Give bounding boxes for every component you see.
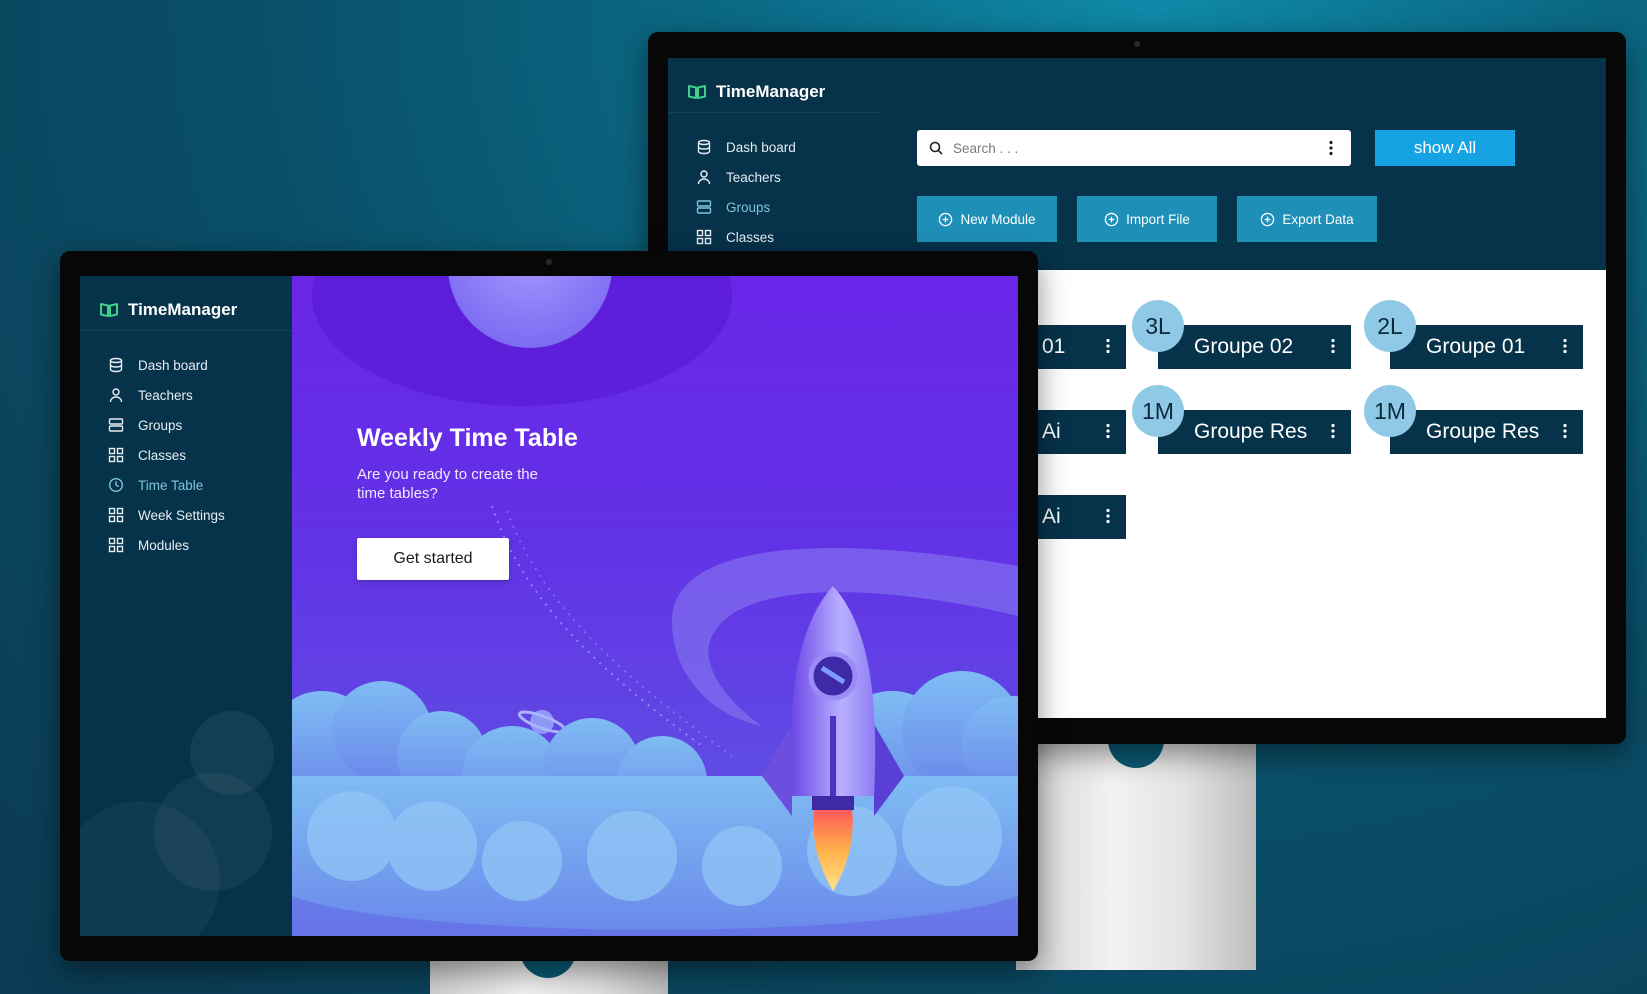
open-book-icon bbox=[688, 85, 706, 99]
sidebar-item-time-table[interactable]: Time Table bbox=[108, 470, 225, 500]
app-name: TimeManager bbox=[128, 300, 238, 319]
sidebar-item-week-settings[interactable]: Week Settings bbox=[108, 500, 225, 530]
group-card[interactable]: Groupe Res bbox=[1390, 410, 1583, 454]
grid-icon bbox=[108, 507, 124, 523]
more-vertical-icon[interactable] bbox=[1331, 338, 1335, 354]
server-icon bbox=[696, 200, 712, 214]
back-monitor-stand bbox=[1016, 740, 1256, 970]
grid-icon bbox=[108, 447, 124, 463]
button-label: Import File bbox=[1126, 211, 1190, 227]
grid-icon bbox=[108, 537, 124, 553]
page-subtitle: Are you ready to create the time tables? bbox=[357, 466, 538, 502]
open-book-icon bbox=[100, 303, 118, 317]
search-input[interactable] bbox=[951, 139, 1329, 157]
new-module-button[interactable]: New Module bbox=[917, 196, 1057, 242]
front-monitor-screen: TimeManager Dash board Teachers Groups C… bbox=[80, 276, 1018, 936]
sidebar-nav: Dash board Teachers Groups Classes Time … bbox=[108, 350, 225, 560]
sidebar-item-label: Modules bbox=[138, 537, 190, 553]
export-data-button[interactable]: Export Data bbox=[1237, 196, 1377, 242]
user-icon bbox=[109, 388, 123, 403]
get-started-button[interactable]: Get started bbox=[357, 538, 509, 580]
more-vertical-icon[interactable] bbox=[1331, 423, 1335, 439]
search-bar bbox=[917, 130, 1351, 166]
group-level-badge: 3L bbox=[1132, 300, 1184, 352]
front-monitor-bezel: TimeManager Dash board Teachers Groups C… bbox=[60, 251, 1038, 961]
time-table-hero: Weekly Time Table Are you ready to creat… bbox=[292, 276, 1018, 936]
sidebar: TimeManager Dash board Teachers Groups C… bbox=[80, 276, 292, 936]
group-card-label: 01 bbox=[1042, 335, 1066, 358]
plus-circle-icon bbox=[1261, 212, 1275, 226]
group-level-badge: 2L bbox=[1364, 300, 1416, 352]
app-brand[interactable]: TimeManager bbox=[100, 300, 237, 320]
sidebar-item-label: Week Settings bbox=[138, 507, 225, 523]
group-level-badge: 1M bbox=[1364, 385, 1416, 437]
sidebar-item-classes[interactable]: Classes bbox=[696, 222, 796, 252]
group-card-label: Ai bbox=[1042, 505, 1061, 528]
button-label: New Module bbox=[960, 211, 1036, 227]
more-vertical-icon[interactable] bbox=[1106, 338, 1110, 354]
sidebar-item-label: Teachers bbox=[138, 387, 193, 403]
plus-circle-icon bbox=[1104, 212, 1119, 226]
back-monitor-camera bbox=[1134, 41, 1140, 47]
group-card-label: Groupe 01 bbox=[1426, 335, 1526, 358]
group-card-label: Groupe Res bbox=[1194, 420, 1308, 443]
sidebar-item-label: Teachers bbox=[726, 169, 781, 185]
sidebar-item-label: Dash board bbox=[726, 139, 796, 155]
sidebar-nav: Dash board Teachers Groups Classes bbox=[696, 132, 796, 252]
more-vertical-icon[interactable] bbox=[1329, 140, 1333, 156]
button-label: Export Data bbox=[1282, 211, 1354, 227]
sidebar-item-label: Classes bbox=[726, 229, 775, 245]
user-icon bbox=[697, 170, 711, 185]
back-stand-cable-hole bbox=[1108, 740, 1164, 768]
sidebar-item-dashboard[interactable]: Dash board bbox=[108, 350, 225, 380]
more-vertical-icon[interactable] bbox=[1563, 423, 1567, 439]
grid-icon bbox=[696, 229, 712, 245]
more-vertical-icon[interactable] bbox=[1106, 508, 1110, 524]
database-icon bbox=[697, 139, 711, 155]
group-card[interactable]: Groupe Res bbox=[1158, 410, 1351, 454]
groups-toolbar: show All New Module Import File Export D… bbox=[880, 58, 1606, 270]
page-title: Weekly Time Table bbox=[357, 424, 578, 452]
space-illustration bbox=[292, 276, 1018, 936]
sidebar-item-teachers[interactable]: Teachers bbox=[108, 380, 225, 410]
brand-divider bbox=[80, 330, 292, 331]
show-all-button[interactable]: show All bbox=[1375, 130, 1515, 166]
group-card[interactable]: Groupe 02 bbox=[1158, 325, 1351, 369]
sidebar-item-classes[interactable]: Classes bbox=[108, 440, 225, 470]
brand-divider bbox=[668, 112, 880, 113]
front-monitor-camera bbox=[546, 259, 552, 265]
server-icon bbox=[108, 418, 124, 432]
sidebar-item-groups[interactable]: Groups bbox=[108, 410, 225, 440]
group-card[interactable]: Groupe 01 bbox=[1390, 325, 1583, 369]
search-icon bbox=[929, 141, 943, 155]
sidebar-item-label: Dash board bbox=[138, 357, 208, 373]
database-icon bbox=[109, 357, 123, 373]
group-card-label: Groupe Res bbox=[1426, 420, 1540, 443]
group-card-label: Groupe 02 bbox=[1194, 335, 1294, 358]
sidebar-item-dashboard[interactable]: Dash board bbox=[696, 132, 796, 162]
sidebar-item-groups[interactable]: Groups bbox=[696, 192, 796, 222]
sidebar-item-label: Classes bbox=[138, 447, 187, 463]
more-vertical-icon[interactable] bbox=[1106, 423, 1110, 439]
plus-circle-icon bbox=[939, 212, 953, 226]
more-vertical-icon[interactable] bbox=[1563, 338, 1567, 354]
sidebar-item-modules[interactable]: Modules bbox=[108, 530, 225, 560]
clock-icon bbox=[108, 477, 124, 493]
app-name: TimeManager bbox=[716, 82, 826, 101]
sidebar-item-label: Groups bbox=[138, 417, 183, 433]
sidebar-item-label: Groups bbox=[726, 199, 771, 215]
app-brand[interactable]: TimeManager bbox=[688, 82, 825, 102]
group-card-label: Ai bbox=[1042, 420, 1061, 443]
sidebar-item-teachers[interactable]: Teachers bbox=[696, 162, 796, 192]
sidebar-item-label: Time Table bbox=[138, 477, 204, 493]
import-file-button[interactable]: Import File bbox=[1077, 196, 1217, 242]
group-level-badge: 1M bbox=[1132, 385, 1184, 437]
